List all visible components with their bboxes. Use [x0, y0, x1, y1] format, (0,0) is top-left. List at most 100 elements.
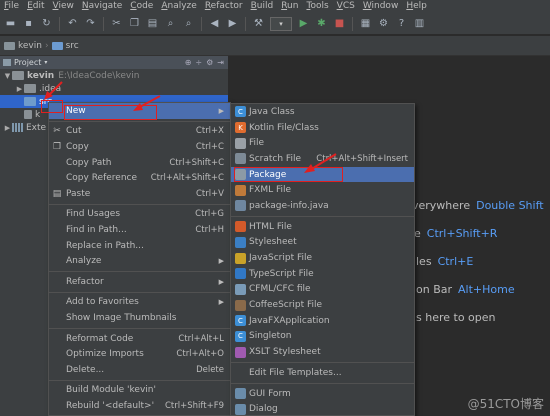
run-config-select[interactable]: ▾ [270, 16, 292, 31]
menu-file[interactable]: File [0, 0, 23, 13]
menu-item-label: Delete... [66, 364, 105, 375]
menu-item-copy-path[interactable]: Copy Path Ctrl+Shift+C [49, 155, 230, 171]
hide-icon[interactable]: ⇥ [217, 58, 224, 67]
sync-icon[interactable]: ↻ [38, 15, 55, 32]
expand-icon[interactable]: ▼ [3, 72, 12, 80]
new-item-cfml-cfc-file[interactable]: CFML/CFC file [231, 282, 414, 298]
menu-tools[interactable]: Tools [302, 0, 332, 13]
menu-item-delete[interactable]: Delete... Delete [49, 362, 230, 378]
back-icon[interactable]: ◀ [206, 15, 223, 32]
new-item-xslt-stylesheet[interactable]: XSLT Stylesheet [231, 344, 414, 360]
undo-icon[interactable]: ↶ [64, 15, 81, 32]
tree-item-kevin[interactable]: ▼ kevin E:\IdeaCode\kevin [0, 69, 228, 82]
menu-navigate[interactable]: Navigate [78, 0, 126, 13]
file-icon [235, 137, 246, 149]
new-item-stylesheet[interactable]: Stylesheet [231, 235, 414, 251]
library-icon [12, 123, 23, 132]
copy-icon[interactable]: ❐ [126, 15, 143, 32]
stop-icon[interactable]: ■ [331, 15, 348, 32]
gui-form-icon [235, 388, 246, 400]
new-item-html-file[interactable]: HTML File [231, 219, 414, 235]
collapse-arrow-icon[interactable]: ▶ [15, 85, 24, 93]
menu-separator [231, 362, 414, 363]
new-item-gui-form[interactable]: GUI Form [231, 386, 414, 402]
structure-icon[interactable]: ▦ [357, 15, 374, 32]
replace-icon[interactable]: ⌕ [180, 15, 197, 32]
settings-icon[interactable]: ⚙ [206, 58, 213, 67]
hint-text: verywhere [412, 199, 471, 212]
redo-icon[interactable]: ↷ [82, 15, 99, 32]
menu-item-reformat-code[interactable]: Reformat Code Ctrl+Alt+L [49, 331, 230, 347]
menu-refactor[interactable]: Refactor [201, 0, 247, 13]
hint-text: on Bar [416, 283, 453, 296]
new-item-dialog[interactable]: Dialog [231, 401, 414, 416]
collapse-arrow-icon[interactable]: ▶ [3, 124, 12, 132]
menu-analyze[interactable]: Analyze [157, 0, 200, 13]
menu-item-find-usages[interactable]: Find Usages Ctrl+G [49, 207, 230, 223]
cfml-icon [235, 283, 246, 295]
new-item-coffeescript-file[interactable]: CoffeeScript File [231, 297, 414, 313]
menu-item-label: Find in Path... [66, 224, 127, 235]
menu-run[interactable]: Run [277, 0, 302, 13]
new-item-fxml-file[interactable]: FXML File [231, 182, 414, 198]
menu-item-rebuild-default[interactable]: Rebuild '<default>' Ctrl+Shift+F9 [49, 398, 230, 414]
new-item-package-info-java[interactable]: package-info.java [231, 198, 414, 214]
menu-code[interactable]: Code [126, 0, 157, 13]
new-item-javascript-file[interactable]: JavaScript File [231, 250, 414, 266]
menu-item-cut[interactable]: ✂ Cut Ctrl+X [49, 124, 230, 140]
paste-icon[interactable]: ▤ [144, 15, 161, 32]
menu-item-show-image-thumbnails[interactable]: Show Image Thumbnails [49, 310, 230, 326]
menu-item-find-in-path[interactable]: Find in Path... Ctrl+H [49, 222, 230, 238]
breadcrumb-item-kevin[interactable]: kevin [4, 41, 42, 51]
folder-icon [51, 41, 63, 50]
menu-item-build-module-kevin[interactable]: Build Module 'kevin' [49, 383, 230, 399]
cut-icon[interactable]: ✂ [108, 15, 125, 32]
menu-view[interactable]: View [49, 0, 78, 13]
collapse-all-icon[interactable]: ÷ [195, 58, 202, 67]
menu-item-shortcut: Ctrl+Shift+C [169, 157, 224, 168]
build-icon[interactable]: ⚒ [250, 15, 267, 32]
menu-item-label: Copy [66, 141, 89, 152]
menu-item-refactor[interactable]: Refactor ▶ [49, 274, 230, 290]
menu-item-add-to-favorites[interactable]: Add to Favorites ▶ [49, 295, 230, 311]
open-folder-icon[interactable]: ▬ [2, 15, 19, 32]
new-item-kotlin-file-class[interactable]: K Kotlin File/Class [231, 120, 414, 136]
menu-item-copy-reference[interactable]: Copy Reference Ctrl+Alt+Shift+C [49, 170, 230, 186]
menu-item-label: Copy Reference [66, 173, 138, 184]
find-icon[interactable]: ⌕ [162, 15, 179, 32]
new-item-javafxapplication[interactable]: C JavaFXApplication [231, 313, 414, 329]
project-panel-title[interactable]: Project [14, 58, 41, 67]
folder-icon [4, 41, 15, 50]
settings-icon[interactable]: ⚙ [375, 15, 392, 32]
scroll-from-source-icon[interactable]: ⊕ [185, 58, 192, 67]
editor-hint-drop-files: s here to open [416, 311, 496, 324]
sdk-icon[interactable]: ▥ [411, 15, 428, 32]
menu-edit[interactable]: Edit [23, 0, 48, 13]
debug-icon[interactable]: ✱ [313, 15, 330, 32]
menu-build[interactable]: Build [247, 0, 278, 13]
menu-item-label: Analyze [66, 256, 102, 267]
run-icon[interactable]: ▶ [295, 15, 312, 32]
menu-window[interactable]: Window [359, 0, 403, 13]
menu-item-copy[interactable]: ❐ Copy Ctrl+C [49, 139, 230, 155]
menu-item-analyze[interactable]: Analyze ▶ [49, 253, 230, 269]
save-icon[interactable]: ▪ [20, 15, 37, 32]
dropdown-icon[interactable]: ▾ [44, 59, 47, 66]
menu-vcs[interactable]: VCS [333, 0, 359, 13]
help-icon[interactable]: ? [393, 15, 410, 32]
annotation-arrow-src [44, 81, 63, 100]
new-item-typescript-file[interactable]: TypeScript File [231, 266, 414, 282]
menu-item-paste[interactable]: ▤ Paste Ctrl+V [49, 186, 230, 202]
new-item-java-class[interactable]: C Java Class [231, 104, 414, 120]
typescript-icon [235, 268, 246, 280]
menu-item-optimize-imports[interactable]: Optimize Imports Ctrl+Alt+O [49, 346, 230, 362]
tree-item-idea[interactable]: ▶ .idea [0, 82, 228, 95]
menu-item-replace-in-path[interactable]: Replace in Path... [49, 238, 230, 254]
menu-item-shortcut: Ctrl+C [195, 141, 224, 152]
forward-icon[interactable]: ▶ [224, 15, 241, 32]
new-item-file[interactable]: File [231, 135, 414, 151]
new-item-edit-file-templates[interactable]: Edit File Templates... [231, 365, 414, 381]
menu-help[interactable]: Help [402, 0, 431, 13]
new-item-singleton[interactable]: C Singleton [231, 329, 414, 345]
breadcrumb-item-src[interactable]: src [51, 41, 79, 51]
